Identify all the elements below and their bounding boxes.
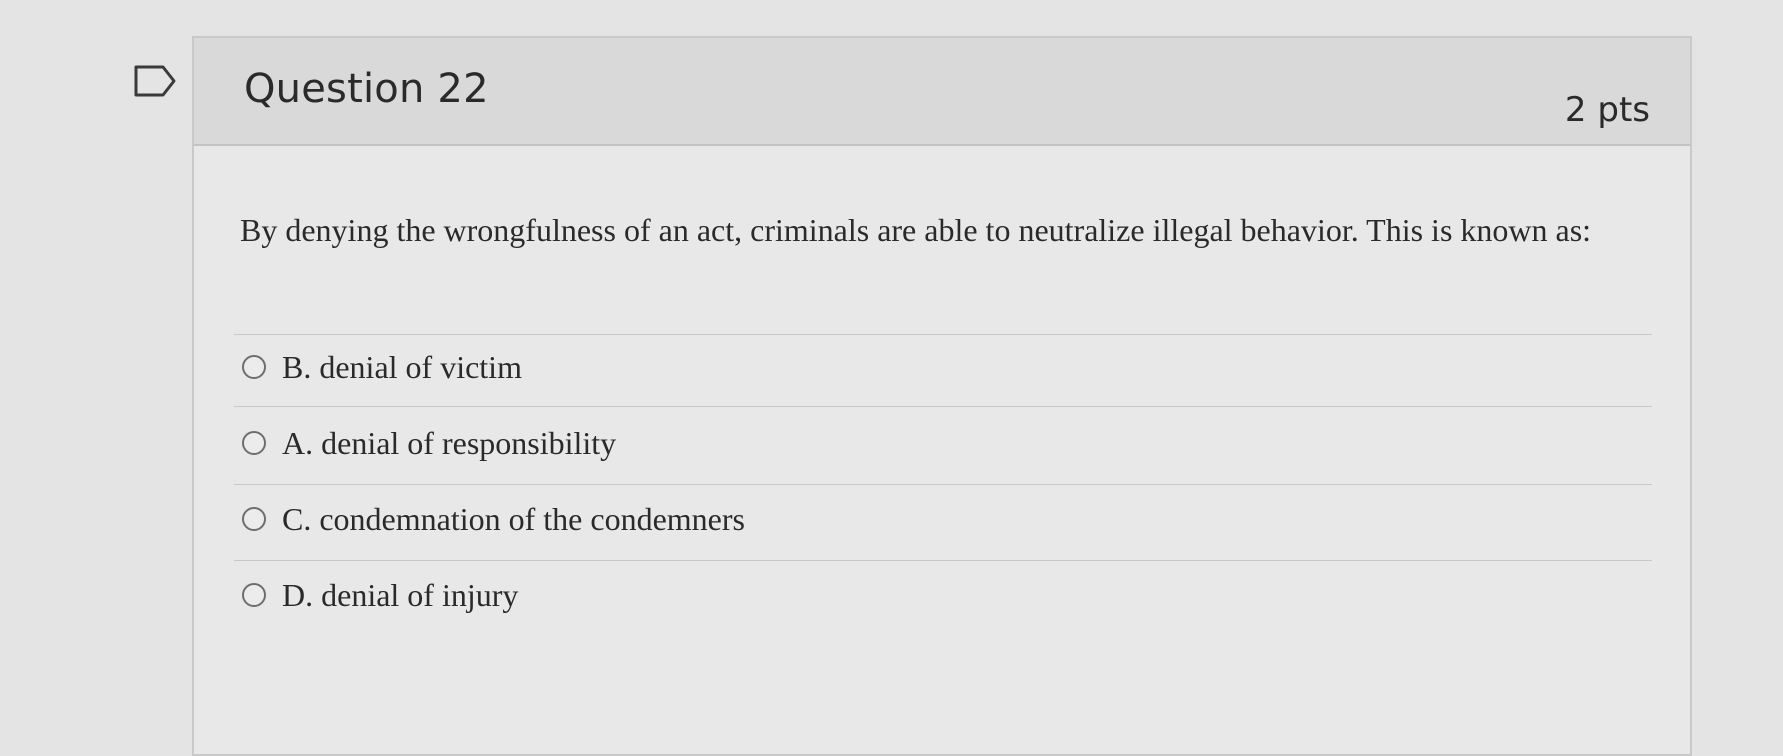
radio-icon[interactable] — [242, 507, 266, 531]
answer-option-a[interactable]: A. denial of responsibility — [242, 418, 616, 468]
question-title: Question 22 — [244, 66, 489, 112]
question-points: 2 pts — [1564, 90, 1650, 130]
answer-option-d[interactable]: D. denial of injury — [242, 570, 518, 620]
question-text: By denying the wrongfulness of an act, c… — [240, 212, 1592, 248]
flag-question-icon[interactable] — [133, 64, 177, 98]
answer-divider — [234, 560, 1652, 561]
radio-icon[interactable] — [242, 431, 266, 455]
question-header: Question 22 2 pts — [194, 38, 1690, 146]
answer-divider — [234, 334, 1652, 335]
radio-icon[interactable] — [242, 355, 266, 379]
radio-icon[interactable] — [242, 583, 266, 607]
question-card: Question 22 2 pts By denying the wrongfu… — [192, 36, 1692, 756]
answer-label: D. denial of injury — [282, 576, 519, 613]
answer-divider — [234, 406, 1652, 407]
answer-option-c[interactable]: C. condemnation of the condemners — [242, 494, 745, 544]
answer-label: A. denial of responsibility — [282, 424, 617, 461]
answer-divider — [234, 484, 1652, 485]
answer-label: B. denial of victim — [282, 348, 522, 385]
answer-option-b[interactable]: B. denial of victim — [242, 342, 522, 392]
answer-label: C. condemnation of the condemners — [282, 500, 745, 537]
